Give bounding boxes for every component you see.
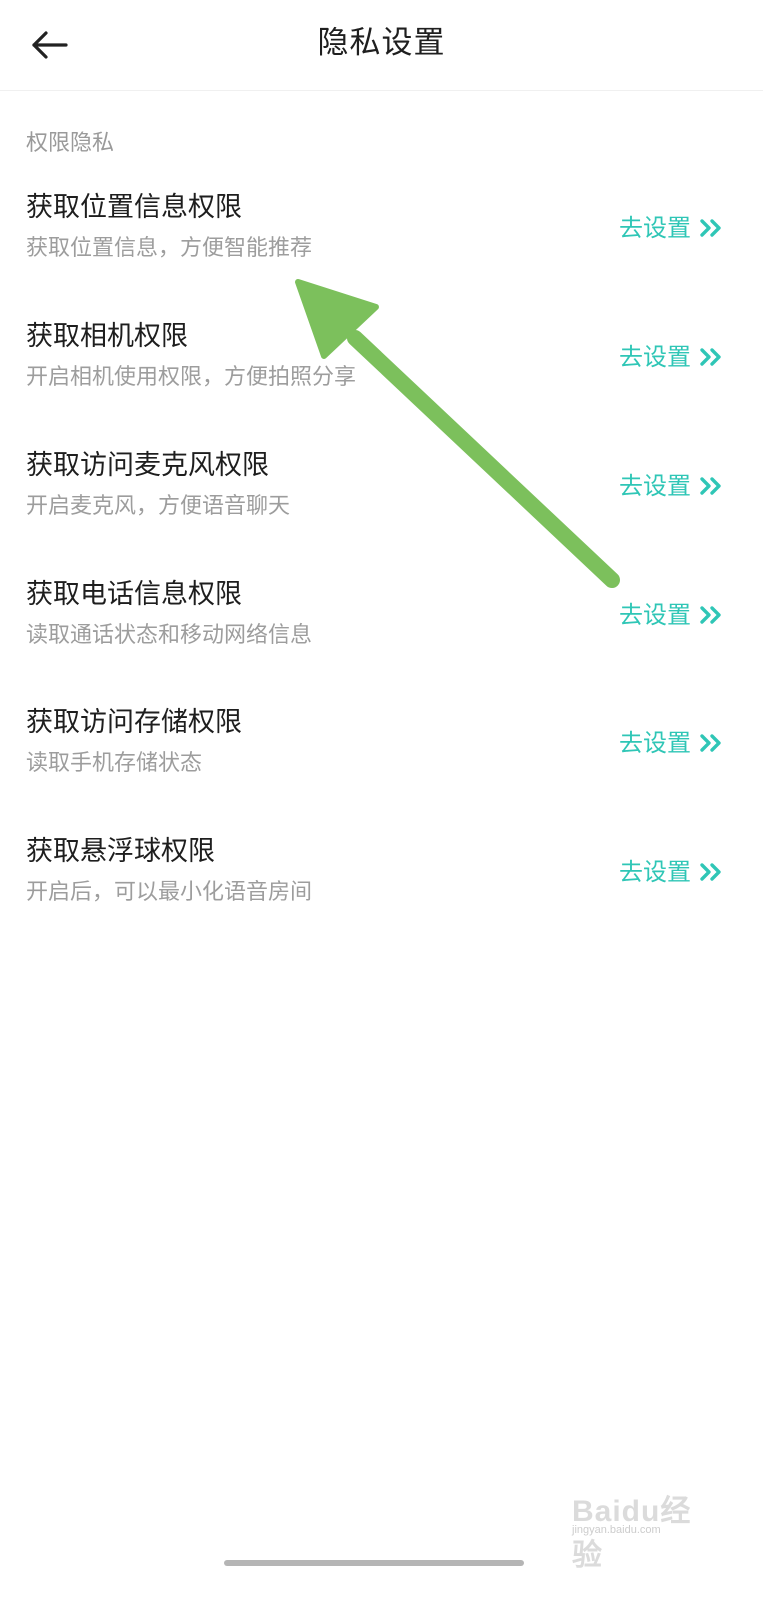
go-settings-label: 去设置 <box>619 472 691 500</box>
permission-item-camera[interactable]: 获取相机权限 开启相机使用权限，方便拍照分享 去设置 <box>0 317 763 427</box>
permission-item-floating-ball[interactable]: 获取悬浮球权限 开启后，可以最小化语音房间 去设置 <box>0 832 763 942</box>
permission-item-storage[interactable]: 获取访问存储权限 读取手机存储状态 去设置 <box>0 703 763 813</box>
go-settings-label: 去设置 <box>619 729 691 757</box>
go-settings-button[interactable]: 去设置 <box>619 337 723 377</box>
go-settings-button[interactable]: 去设置 <box>619 466 723 506</box>
section-title: 权限隐私 <box>26 131 115 156</box>
item-subtitle: 获取位置信息，方便智能推荐 <box>26 236 313 261</box>
item-title: 获取悬浮球权限 <box>26 836 215 867</box>
watermark-url: jingyan.baidu.com <box>572 1524 661 1536</box>
item-title: 获取相机权限 <box>26 321 188 352</box>
double-chevron-right-icon <box>699 733 723 753</box>
page-title: 隐私设置 <box>317 25 446 61</box>
permission-item-location[interactable]: 获取位置信息权限 获取位置信息，方便智能推荐 去设置 <box>0 188 763 298</box>
item-title: 获取访问存储权限 <box>26 707 242 738</box>
go-settings-button[interactable]: 去设置 <box>619 595 723 635</box>
watermark-logo: Baidu经验 jingyan.baidu.com <box>572 1480 722 1572</box>
double-chevron-right-icon <box>699 605 723 625</box>
item-title: 获取访问麦克风权限 <box>26 450 269 481</box>
permission-item-phone[interactable]: 获取电话信息权限 读取通话状态和移动网络信息 去设置 <box>0 575 763 685</box>
item-subtitle: 开启相机使用权限，方便拍照分享 <box>26 365 357 390</box>
go-settings-label: 去设置 <box>619 214 691 242</box>
item-subtitle: 开启麦克风，方便语音聊天 <box>26 494 291 519</box>
watermark-brand: Baidu经验 <box>572 1495 692 1572</box>
top-bar: 隐私设置 <box>0 0 763 91</box>
double-chevron-right-icon <box>699 218 723 238</box>
go-settings-button[interactable]: 去设置 <box>619 852 723 892</box>
item-subtitle: 开启后，可以最小化语音房间 <box>26 880 313 905</box>
go-settings-label: 去设置 <box>619 858 691 886</box>
go-settings-button[interactable]: 去设置 <box>619 208 723 248</box>
go-settings-label: 去设置 <box>619 343 691 371</box>
go-settings-button[interactable]: 去设置 <box>619 723 723 763</box>
double-chevron-right-icon <box>699 862 723 882</box>
item-subtitle: 读取手机存储状态 <box>26 751 203 776</box>
double-chevron-right-icon <box>699 347 723 367</box>
permission-item-microphone[interactable]: 获取访问麦克风权限 开启麦克风，方便语音聊天 去设置 <box>0 446 763 556</box>
double-chevron-right-icon <box>699 476 723 496</box>
go-settings-label: 去设置 <box>619 601 691 629</box>
item-title: 获取电话信息权限 <box>26 579 242 610</box>
item-title: 获取位置信息权限 <box>26 192 242 223</box>
item-subtitle: 读取通话状态和移动网络信息 <box>26 623 313 648</box>
home-indicator[interactable] <box>224 1560 524 1566</box>
